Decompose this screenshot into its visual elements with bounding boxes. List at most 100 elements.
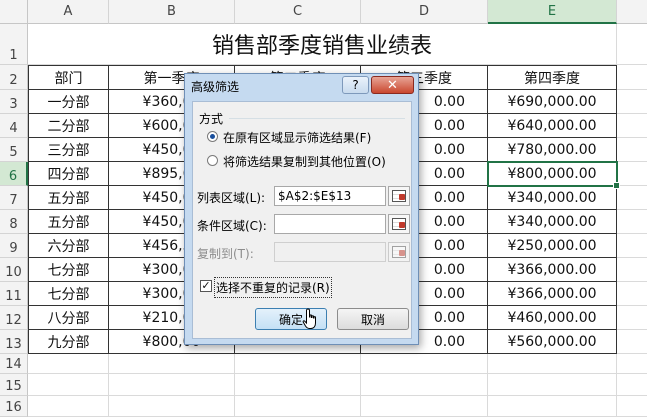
sales-cell[interactable]: ¥640,000.00 — [488, 114, 617, 138]
cell[interactable] — [617, 90, 647, 114]
department-cell[interactable]: 三分部 — [28, 138, 109, 162]
empty-cell[interactable] — [28, 396, 109, 417]
department-cell[interactable]: 七分部 — [28, 282, 109, 306]
empty-cell[interactable] — [488, 354, 617, 374]
department-cell[interactable]: 八分部 — [28, 306, 109, 330]
department-cell[interactable]: 七分部 — [28, 258, 109, 282]
unique-records-checkbox[interactable]: ✓ — [200, 280, 212, 292]
row-header[interactable]: 4 — [0, 114, 28, 138]
row-header[interactable]: 14 — [0, 354, 28, 374]
sales-cell[interactable]: ¥366,000.00 — [488, 282, 617, 306]
cell[interactable] — [617, 258, 647, 282]
row-header[interactable]: 1 — [0, 24, 28, 65]
cell[interactable] — [617, 114, 647, 138]
cancel-button[interactable]: 取消 — [337, 308, 409, 330]
col-header-b[interactable]: B — [109, 0, 235, 24]
empty-cell[interactable] — [488, 396, 617, 417]
sales-cell[interactable]: ¥340,000.00 — [488, 210, 617, 234]
list-range-collapse-button[interactable] — [388, 186, 410, 206]
empty-cell[interactable] — [28, 354, 109, 374]
row-header[interactable]: 7 — [0, 186, 28, 210]
department-cell[interactable]: 五分部 — [28, 186, 109, 210]
row-header[interactable]: 8 — [0, 210, 28, 234]
col-header-a[interactable]: A — [28, 0, 109, 24]
cell[interactable] — [617, 306, 647, 330]
empty-cell[interactable] — [617, 374, 647, 396]
mode-group-label: 方式 — [199, 112, 224, 126]
cell[interactable] — [617, 234, 647, 258]
col-header-e[interactable]: E — [488, 0, 617, 24]
group-divider — [229, 118, 405, 119]
row-header[interactable]: 9 — [0, 234, 28, 258]
col-header-d[interactable]: D — [361, 0, 488, 24]
row-header[interactable]: 10 — [0, 258, 28, 282]
department-cell[interactable]: 一分部 — [28, 90, 109, 114]
option-filter-in-place-label[interactable]: 在原有区域显示筛选结果(F) — [223, 129, 371, 146]
sales-cell[interactable]: ¥340,000.00 — [488, 186, 617, 210]
empty-cell[interactable] — [109, 396, 235, 417]
sheet-title[interactable]: 销售部季度销售业绩表 — [28, 24, 617, 65]
row-header[interactable]: 3 — [0, 90, 28, 114]
department-cell[interactable]: 五分部 — [28, 210, 109, 234]
department-cell[interactable]: 四分部 — [28, 162, 109, 186]
row-header[interactable]: 5 — [0, 138, 28, 162]
criteria-range-label: 条件区域(C): — [197, 219, 267, 233]
option-copy-to-location-label[interactable]: 将筛选结果复制到其他位置(O) — [223, 153, 386, 170]
empty-cell[interactable] — [617, 354, 647, 374]
empty-cell[interactable] — [361, 374, 488, 396]
row-header[interactable]: 6 — [0, 162, 28, 186]
radio-copy-to-location[interactable] — [207, 155, 218, 166]
empty-cell[interactable] — [235, 396, 361, 417]
row-header[interactable]: 11 — [0, 282, 28, 306]
copy-to-collapse-button — [388, 242, 410, 262]
empty-cell[interactable] — [361, 396, 488, 417]
copy-to-label: 复制到(T): — [197, 247, 254, 261]
sales-cell[interactable]: ¥690,000.00 — [488, 90, 617, 114]
cell[interactable] — [617, 330, 647, 354]
department-cell[interactable]: 二分部 — [28, 114, 109, 138]
row-header[interactable]: 15 — [0, 374, 28, 396]
cell[interactable] — [617, 210, 647, 234]
cell[interactable] — [617, 65, 647, 90]
empty-cell[interactable] — [488, 374, 617, 396]
sales-cell[interactable]: ¥250,000.00 — [488, 234, 617, 258]
col-header-f[interactable] — [617, 0, 647, 24]
department-cell[interactable]: 九分部 — [28, 330, 109, 354]
cell[interactable] — [617, 162, 647, 186]
advanced-filter-dialog: 高级筛选 ? ✕ 方式 在原有区域显示筛选结果(F) 将筛选结果复制到其他位置(… — [184, 73, 419, 345]
help-button[interactable]: ? — [342, 76, 369, 94]
sales-cell[interactable]: ¥460,000.00 — [488, 306, 617, 330]
list-range-input[interactable]: $A$2:$E$13 — [274, 186, 386, 206]
department-cell[interactable]: 六分部 — [28, 234, 109, 258]
sales-cell[interactable]: ¥366,000.00 — [488, 258, 617, 282]
column-header-cell[interactable]: 第四季度 — [488, 65, 617, 90]
row-header[interactable]: 2 — [0, 65, 28, 90]
sales-cell[interactable]: ¥780,000.00 — [488, 138, 617, 162]
unique-records-label[interactable]: 选择不重复的记录(R) — [214, 277, 332, 298]
col-header-c[interactable]: C — [235, 0, 361, 24]
arrow-icon — [399, 194, 405, 200]
close-button[interactable]: ✕ — [371, 76, 414, 94]
column-header-cell[interactable]: 部门 — [28, 65, 109, 90]
criteria-range-input[interactable] — [274, 214, 386, 234]
select-all-corner[interactable] — [0, 0, 28, 24]
row-header[interactable]: 16 — [0, 396, 28, 417]
sales-cell[interactable]: ¥560,000.00 — [488, 330, 617, 354]
row-header[interactable]: 13 — [0, 330, 28, 354]
empty-cell[interactable] — [361, 354, 488, 374]
empty-cell[interactable] — [235, 354, 361, 374]
empty-cell[interactable] — [109, 374, 235, 396]
row-header[interactable]: 12 — [0, 306, 28, 330]
cell[interactable] — [617, 24, 647, 65]
sales-cell[interactable]: ¥800,000.00 — [488, 162, 617, 186]
criteria-range-collapse-button[interactable] — [388, 214, 410, 234]
empty-cell[interactable] — [617, 396, 647, 417]
cell[interactable] — [617, 138, 647, 162]
empty-cell[interactable] — [28, 374, 109, 396]
empty-cell[interactable] — [235, 374, 361, 396]
cell[interactable] — [617, 186, 647, 210]
arrow-icon — [399, 250, 405, 256]
radio-filter-in-place[interactable] — [207, 131, 218, 142]
cell[interactable] — [617, 282, 647, 306]
empty-cell[interactable] — [109, 354, 235, 374]
